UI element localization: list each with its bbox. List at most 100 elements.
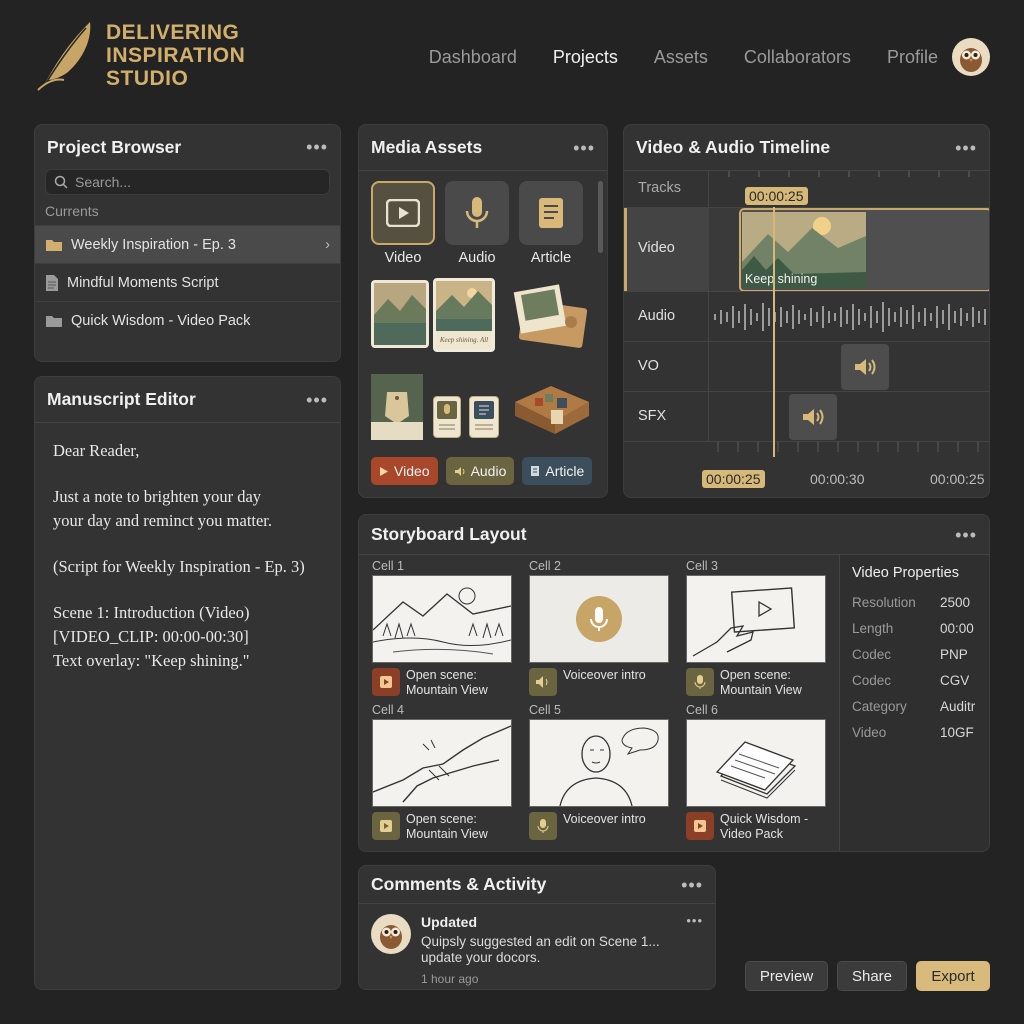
- filter-chip-audio[interactable]: Audio: [445, 457, 515, 485]
- nav-profile[interactable]: Profile: [887, 47, 938, 68]
- track-label: VO: [638, 358, 659, 374]
- asset-tab-video[interactable]: Video: [371, 181, 435, 266]
- speaker-icon: [536, 676, 548, 688]
- project-browser-title: Project Browser: [47, 136, 182, 157]
- more-options-icon[interactable]: •••: [955, 139, 977, 157]
- asset-thumbnail-gift-box[interactable]: [511, 372, 593, 438]
- nav-assets[interactable]: Assets: [654, 47, 708, 68]
- ruler-ticks: [717, 442, 979, 452]
- asset-card-article[interactable]: [469, 396, 499, 438]
- clip-caption: Keep shining: [745, 272, 818, 286]
- storyboard-cell-5[interactable]: Cell 5 Voiceover intro: [529, 703, 669, 840]
- postcard-caption: Keep shining. All: [439, 336, 489, 344]
- media-assets-panel: Media Assets ••• Video Audio Article Kee…: [358, 124, 608, 498]
- track-row-vo: VO: [624, 341, 989, 391]
- manuscript-editor-panel: Manuscript Editor ••• Dear Reader, Just …: [34, 376, 341, 990]
- play-icon: [380, 466, 388, 476]
- filter-chip-video[interactable]: Video: [371, 457, 438, 485]
- article-icon: [531, 466, 540, 476]
- comment-more-icon[interactable]: •••: [686, 914, 703, 986]
- timeline-title: Video & Audio Timeline: [636, 137, 831, 157]
- more-options-icon[interactable]: •••: [955, 526, 977, 544]
- cell-label: Cell 6: [686, 703, 718, 717]
- sketch-papers-image: [715, 741, 797, 799]
- asset-thumbnail-tag[interactable]: [371, 374, 423, 440]
- comment-text: Quipsly suggested an edit on Scene 1... …: [421, 934, 660, 965]
- cell-caption: Quick Wisdom - Video Pack: [720, 812, 809, 841]
- asset-thumbnail-postcard[interactable]: Keep shining. All: [433, 278, 495, 352]
- audio-waveform[interactable]: [709, 292, 990, 342]
- cell-caption: Open scene: Mountain View: [406, 812, 488, 841]
- search-box[interactable]: [45, 169, 330, 195]
- project-item-label: Quick Wisdom - Video Pack: [71, 312, 251, 329]
- play-icon: [380, 676, 392, 688]
- user-avatar[interactable]: [952, 38, 990, 76]
- vo-clip[interactable]: [841, 344, 889, 390]
- speaker-icon: [803, 409, 824, 425]
- asset-thumbnail-landscape[interactable]: [371, 280, 429, 348]
- ruler-time-start: 00:00:25: [702, 470, 765, 488]
- playhead[interactable]: [773, 207, 775, 457]
- search-input[interactable]: [75, 174, 315, 190]
- more-options-icon[interactable]: •••: [573, 139, 595, 157]
- property-row: Resolution 2500: [852, 594, 971, 610]
- main-nav: Dashboard Projects Assets Collaborators …: [393, 38, 990, 76]
- sketch-hand-screen-image: [692, 587, 796, 657]
- owl-avatar-icon: [960, 48, 982, 72]
- storyboard-cell-4[interactable]: Cell 4 Open scene: Mountain View: [372, 703, 512, 842]
- track-row-sfx: SFX: [624, 391, 989, 441]
- sketch-handshake-image: [372, 725, 512, 803]
- more-options-icon[interactable]: •••: [306, 391, 328, 409]
- storyboard-cell-3[interactable]: Cell 3 Open scene: Mountain View: [686, 559, 826, 698]
- media-assets-title: Media Assets: [371, 137, 483, 157]
- asset-tab-label: Video: [384, 250, 422, 266]
- storyboard-cell-1[interactable]: Cell 1 Open scene: Mountain View: [372, 559, 512, 698]
- asset-thumbnail-bundle[interactable]: [511, 282, 593, 350]
- article-icon: [539, 198, 563, 228]
- asset-tab-audio[interactable]: Audio: [445, 181, 509, 266]
- project-item-label: Weekly Inspiration - Ep. 3: [71, 236, 236, 253]
- filter-chip-label: Article: [545, 463, 585, 479]
- asset-thumbnails: Keep shining. All: [359, 266, 607, 456]
- sfx-clip[interactable]: [789, 394, 837, 440]
- commenter-avatar: [371, 914, 411, 954]
- more-options-icon[interactable]: •••: [306, 138, 328, 156]
- cell-label: Cell 3: [686, 559, 718, 573]
- preview-button[interactable]: Preview: [745, 961, 828, 991]
- document-icon: [46, 274, 58, 291]
- video-clip[interactable]: Keep shining: [739, 208, 989, 292]
- manuscript-text-area[interactable]: Dear Reader, Just a note to brighten you…: [35, 423, 340, 711]
- brand-logo[interactable]: DELIVERING INSPIRATION STUDIO: [34, 18, 245, 92]
- manuscript-paragraph: (Script for Weekly Inspiration - Ep. 3): [53, 557, 305, 576]
- nav-collaborators[interactable]: Collaborators: [744, 47, 851, 68]
- tag-image: [371, 374, 423, 440]
- more-options-icon[interactable]: •••: [681, 876, 703, 894]
- storyboard-cell-6[interactable]: Cell 6 Quick Wisdom - Video Pack: [686, 703, 826, 842]
- microphone-icon: [694, 675, 706, 689]
- article-icon: [474, 401, 494, 430]
- project-item-mindful-moments[interactable]: Mindful Moments Script: [35, 263, 340, 301]
- cell-caption: Open scene: Mountain View: [406, 668, 488, 697]
- microphone-icon: [437, 401, 457, 430]
- nav-projects[interactable]: Projects: [553, 47, 618, 68]
- export-button[interactable]: Export: [916, 961, 990, 991]
- play-icon: [386, 199, 420, 227]
- scrollbar[interactable]: [598, 181, 603, 253]
- cell-label: Cell 5: [529, 703, 561, 717]
- manuscript-paragraph: Just a note to brighten your day your da…: [53, 487, 273, 530]
- filter-chip-article[interactable]: Article: [522, 457, 593, 485]
- property-row: Length 00:00: [852, 620, 974, 636]
- asset-tab-article[interactable]: Article: [519, 181, 583, 266]
- gift-box-image: [515, 386, 589, 434]
- storyboard-cell-2[interactable]: Cell 2 Voiceover intro: [529, 559, 669, 696]
- asset-tab-label: Audio: [458, 250, 496, 266]
- share-button[interactable]: Share: [837, 961, 907, 991]
- project-item-weekly-inspiration[interactable]: Weekly Inspiration - Ep. 3 ›: [35, 225, 340, 263]
- project-item-quick-wisdom[interactable]: Quick Wisdom - Video Pack: [35, 301, 340, 339]
- asset-card-audio[interactable]: [433, 396, 461, 438]
- comment-item[interactable]: Updated Quipsly suggested an edit on Sce…: [359, 904, 715, 989]
- sketch-person-speaking-image: [559, 727, 659, 807]
- manuscript-editor-title: Manuscript Editor: [47, 389, 196, 409]
- nav-dashboard[interactable]: Dashboard: [429, 47, 517, 68]
- property-row: Codec PNP: [852, 646, 968, 662]
